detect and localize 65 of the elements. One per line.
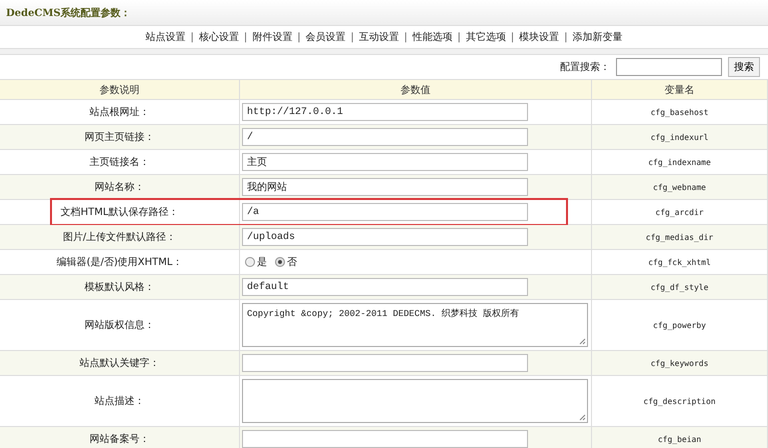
radio-button[interactable] bbox=[245, 257, 255, 267]
variable-name: cfg_basehost bbox=[650, 108, 708, 116]
value-field[interactable]: /uploads bbox=[242, 228, 528, 246]
setting-label: 网站备案号： bbox=[90, 432, 150, 446]
setting-label: 模板默认风格： bbox=[84, 280, 154, 294]
search-field[interactable] bbox=[616, 58, 722, 76]
nav-separator: | bbox=[457, 32, 461, 42]
variable-name: cfg_fck_xhtml bbox=[648, 258, 711, 266]
variable-name: cfg_medias_dir bbox=[646, 232, 714, 242]
nav-separator: | bbox=[404, 32, 408, 42]
variable-name: cfg_beian bbox=[658, 434, 702, 444]
nav-separator: | bbox=[350, 32, 354, 42]
radio-label: 是 bbox=[257, 256, 267, 269]
column-header: 参数说明 bbox=[100, 84, 140, 96]
variable-name: cfg_df_style bbox=[650, 282, 708, 292]
nav-link[interactable]: 核心设置 bbox=[198, 30, 239, 44]
nav-link[interactable]: 添加新变量 bbox=[572, 30, 622, 44]
page-title: DedeCMS系统配置参数： bbox=[6, 6, 131, 20]
value-field[interactable]: default bbox=[242, 278, 528, 296]
value-field[interactable]: 我的网站 bbox=[242, 178, 528, 196]
setting-label: 主页链接名： bbox=[90, 156, 150, 169]
search-button[interactable]: 搜索 bbox=[728, 57, 760, 77]
variable-name: cfg_indexname bbox=[648, 158, 711, 166]
resize-grip-icon[interactable] bbox=[578, 413, 586, 421]
nav-link[interactable]: 性能选项 bbox=[412, 30, 452, 44]
value-field[interactable]: http://127.0.0.1 bbox=[242, 103, 528, 121]
value-field[interactable]: 主页 bbox=[242, 153, 528, 171]
nav-link[interactable]: 站点设置 bbox=[146, 30, 186, 44]
value-field[interactable] bbox=[242, 430, 528, 448]
value-field[interactable] bbox=[242, 354, 528, 372]
nav-separator: | bbox=[510, 32, 514, 42]
value-field[interactable]: / bbox=[242, 128, 528, 146]
variable-name: cfg_arcdir bbox=[655, 208, 704, 216]
value-field[interactable]: /a bbox=[242, 203, 528, 221]
setting-label: 文档HTML默认保存路径： bbox=[60, 206, 178, 219]
nav-link[interactable]: 互动设置 bbox=[359, 30, 399, 44]
column-header: 变量名 bbox=[664, 84, 694, 96]
setting-label: 站点描述： bbox=[94, 394, 144, 408]
nav-link[interactable]: 会员设置 bbox=[306, 30, 346, 44]
setting-label: 站点根网址： bbox=[90, 106, 150, 119]
variable-name: cfg_webname bbox=[653, 182, 706, 192]
setting-label: 网站名称： bbox=[94, 180, 144, 194]
variable-name: cfg_keywords bbox=[650, 358, 708, 368]
nav-separator: | bbox=[564, 32, 568, 42]
text-area[interactable] bbox=[242, 379, 588, 423]
nav-link[interactable]: 模块设置 bbox=[519, 30, 560, 44]
setting-label: 图片/上传文件默认路径： bbox=[62, 230, 176, 244]
nav-separator: | bbox=[297, 32, 301, 42]
setting-label: 网页主页链接： bbox=[84, 130, 154, 144]
nav-link[interactable]: 附件设置 bbox=[252, 30, 292, 44]
search-label: 配置搜索： bbox=[560, 60, 610, 74]
text-area[interactable]: Copyright &copy; 2002-2011 DEDECMS. 织梦科技 版权所有 bbox=[242, 303, 588, 347]
variable-name: cfg_description bbox=[643, 396, 716, 406]
radio-button[interactable] bbox=[275, 257, 285, 267]
nav-separator: | bbox=[244, 32, 248, 42]
setting-label: 网站版权信息： bbox=[84, 318, 154, 332]
nav-link[interactable]: 其它选项 bbox=[466, 30, 506, 44]
resize-grip-icon[interactable] bbox=[578, 337, 586, 345]
variable-name: cfg_indexurl bbox=[650, 132, 708, 142]
setting-label: 编辑器(是/否)使用XHTML： bbox=[56, 256, 182, 269]
variable-name: cfg_powerby bbox=[653, 320, 706, 330]
setting-label: 站点默认关键字： bbox=[80, 356, 160, 370]
nav-separator: | bbox=[190, 32, 194, 42]
radio-label: 否 bbox=[287, 256, 297, 269]
column-header: 参数值 bbox=[400, 84, 430, 96]
